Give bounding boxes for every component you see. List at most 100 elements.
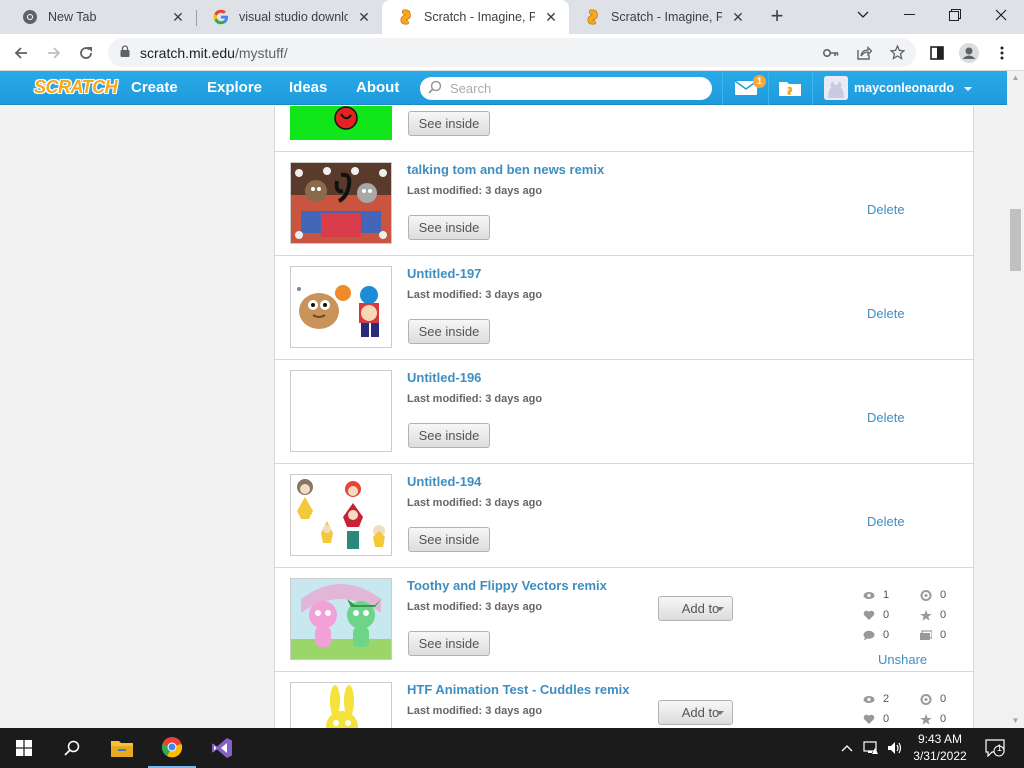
project-title[interactable]: Toothy and Flippy Vectors remix — [407, 578, 607, 593]
unshare-link[interactable]: Unshare — [878, 652, 927, 667]
add-to-dropdown[interactable]: Add to — [658, 596, 733, 621]
caret-down-icon — [716, 607, 724, 611]
notification-center-icon[interactable]: 1 — [980, 728, 1010, 768]
bookmark-star-icon[interactable] — [886, 38, 908, 67]
scratch-logo[interactable]: SCRATCH — [34, 77, 118, 98]
delete-link[interactable]: Delete — [867, 202, 905, 217]
delete-link[interactable]: Delete — [867, 306, 905, 321]
key-icon[interactable] — [820, 38, 842, 67]
windows-start-icon[interactable] — [0, 728, 48, 768]
close-window-icon[interactable] — [978, 0, 1024, 30]
project-title[interactable]: Untitled-197 — [407, 266, 481, 281]
caret-down-icon — [716, 711, 724, 715]
project-thumbnail[interactable] — [290, 106, 392, 140]
system-clock[interactable]: 9:43 AM 3/31/2022 — [906, 731, 974, 765]
scrollbar-thumb[interactable] — [1010, 209, 1021, 271]
user-avatar[interactable] — [824, 76, 848, 100]
last-modified: Last modified: 3 days ago — [407, 497, 543, 509]
username-dropdown[interactable]: mayconleonardo — [854, 71, 972, 105]
scratch-favicon-icon — [585, 9, 601, 25]
close-tab-icon[interactable]: ✕ — [170, 9, 186, 26]
nav-create[interactable]: Create — [129, 71, 180, 105]
taskbar-search-icon[interactable] — [48, 728, 96, 768]
message-count-badge: 1 — [753, 75, 766, 88]
add-to-dropdown[interactable]: Add to — [658, 700, 733, 725]
tab-scratch-active[interactable]: Scratch - Imagine, Program, Share ✕ — [382, 0, 569, 34]
heart-icon — [863, 610, 875, 621]
see-inside-button[interactable]: See inside — [408, 215, 490, 240]
nav-explore[interactable]: Explore — [205, 71, 264, 105]
tab-new-tab[interactable]: New Tab ✕ — [6, 0, 196, 34]
studios-stat: 0 — [920, 628, 946, 642]
search-input[interactable] — [450, 81, 690, 96]
project-thumbnail[interactable] — [290, 474, 392, 556]
scroll-down-icon[interactable]: ▼ — [1007, 714, 1024, 728]
url-host: scratch.mit.edu — [140, 44, 235, 61]
project-title[interactable]: Untitled-196 — [407, 370, 481, 385]
eye-icon — [863, 590, 875, 601]
project-title[interactable]: HTF Animation Test - Cuddles remix — [407, 682, 629, 697]
side-panel-icon[interactable] — [924, 40, 950, 66]
network-icon[interactable] — [860, 728, 882, 768]
scroll-up-icon[interactable]: ▲ — [1007, 71, 1024, 85]
views-stat: 1 — [863, 588, 889, 602]
favorites-stat: 0 — [920, 712, 946, 726]
forward-icon[interactable] — [41, 40, 67, 66]
new-tab-button[interactable]: + — [765, 5, 789, 29]
views-stat: 2 — [863, 692, 889, 706]
tray-chevron-up-icon[interactable] — [838, 728, 856, 768]
project-thumbnail[interactable] — [290, 682, 392, 728]
nav-about[interactable]: About — [354, 71, 401, 105]
project-title[interactable]: Untitled-194 — [407, 474, 481, 489]
share-icon[interactable] — [853, 38, 875, 67]
lock-icon[interactable] — [120, 45, 130, 60]
file-explorer-icon[interactable] — [98, 728, 146, 768]
project-list: See inside talking tom and ben news remi… — [274, 106, 974, 728]
project-row: Untitled-197 Last modified: 3 days ago S… — [275, 256, 973, 360]
volume-icon[interactable] — [884, 728, 906, 768]
address-bar[interactable]: scratch.mit.edu/mystuff/ — [108, 38, 916, 67]
tab-visual-studio[interactable]: visual studio download ✕ — [197, 0, 382, 34]
nav-ideas[interactable]: Ideas — [287, 71, 329, 105]
add-to-label: Add to — [681, 705, 720, 720]
loves-stat: 0 — [863, 608, 889, 622]
restore-icon[interactable] — [932, 0, 978, 30]
comment-icon — [863, 630, 875, 641]
views-count: 1 — [883, 589, 890, 601]
page-scrollbar[interactable]: ▲ ▼ — [1007, 71, 1024, 728]
project-thumbnail[interactable] — [290, 266, 392, 348]
project-title[interactable]: talking tom and ben news remix — [407, 162, 604, 177]
clock-date: 3/31/2022 — [913, 749, 967, 763]
minimize-icon[interactable] — [886, 0, 932, 30]
project-row: Untitled-196 Last modified: 3 days ago S… — [275, 360, 973, 464]
studio-icon — [920, 629, 933, 641]
see-inside-button[interactable]: See inside — [408, 111, 490, 136]
visual-studio-icon[interactable] — [198, 728, 246, 768]
reload-icon[interactable] — [73, 40, 99, 66]
close-tab-icon[interactable]: ✕ — [356, 9, 372, 26]
tab-scratch-2[interactable]: Scratch - Imagine, Program, Share ✕ — [569, 0, 756, 34]
project-thumbnail[interactable] — [290, 370, 392, 452]
my-stuff-folder-icon[interactable] — [778, 79, 802, 97]
project-thumbnail[interactable] — [290, 578, 392, 660]
chrome-taskbar-icon[interactable] — [148, 728, 196, 768]
delete-link[interactable]: Delete — [867, 410, 905, 425]
profile-icon[interactable] — [956, 40, 982, 66]
scratch-favicon-icon — [398, 9, 414, 25]
see-inside-button[interactable]: See inside — [408, 319, 490, 344]
remixes-count: 0 — [940, 693, 947, 705]
last-modified: Last modified: 3 days ago — [407, 601, 543, 613]
last-modified: Last modified: 3 days ago — [407, 393, 543, 405]
back-icon[interactable] — [8, 40, 34, 66]
remixes-count: 0 — [940, 589, 947, 601]
chrome-menu-icon[interactable] — [989, 40, 1015, 66]
close-tab-icon[interactable]: ✕ — [730, 9, 746, 26]
see-inside-button[interactable]: See inside — [408, 527, 490, 552]
see-inside-button[interactable]: See inside — [408, 631, 490, 656]
tab-search-icon[interactable] — [840, 0, 886, 30]
search-box[interactable] — [420, 77, 712, 100]
see-inside-button[interactable]: See inside — [408, 423, 490, 448]
delete-link[interactable]: Delete — [867, 514, 905, 529]
project-thumbnail[interactable] — [290, 162, 392, 244]
close-tab-icon[interactable]: ✕ — [543, 9, 559, 26]
